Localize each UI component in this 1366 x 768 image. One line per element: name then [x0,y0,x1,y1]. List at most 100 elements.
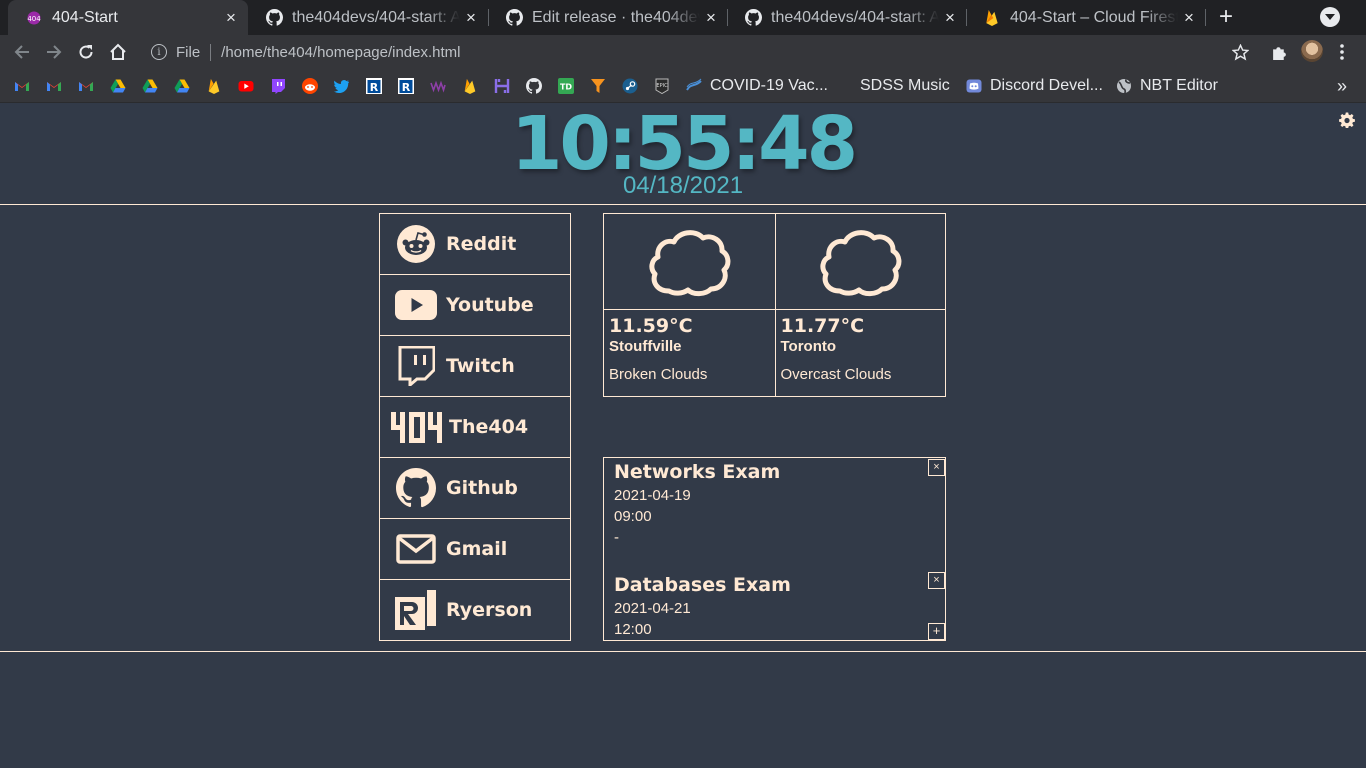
menu-button[interactable] [1329,39,1355,65]
reddit-icon [395,223,437,265]
tab-close-icon[interactable]: × [220,8,242,28]
hackernews-icon[interactable] [494,78,510,94]
tab-close-icon[interactable]: × [1178,8,1200,28]
link-label: Reddit [446,233,517,255]
weather-description: Overcast Clouds [780,366,892,383]
github-icon [744,9,762,27]
steam-icon[interactable] [622,78,638,94]
event-title: Databases Exam [614,574,791,596]
link-youtube[interactable]: Youtube [380,275,570,336]
404-start-favicon-icon: 404 [25,9,43,27]
bookmark-covid[interactable]: COVID-19 Vac... [686,75,828,97]
weather-icon-cell [775,214,945,310]
bookmark-label: NBT Editor [1140,77,1218,94]
twitter-icon[interactable] [334,78,350,94]
events-panel[interactable]: × Networks Exam 2021-04-19 09:00 - × Dat… [603,457,946,641]
arrow-left-icon [14,45,29,59]
event-delete-button[interactable]: × [928,572,945,589]
youtube-icon[interactable] [238,78,254,94]
event-delete-button[interactable]: × [928,459,945,476]
firebase-icon [983,9,1001,27]
github-icon [265,9,283,27]
forward-button[interactable] [41,39,67,65]
link-twitch[interactable]: Twitch [380,336,570,397]
link-gmail[interactable]: Gmail [380,519,570,580]
link-the404[interactable]: The404 [380,397,570,458]
profile-avatar[interactable] [1301,40,1323,62]
firebase-icon[interactable] [206,78,222,94]
bookmark-discord-devel[interactable]: Discord Devel... [966,75,1103,97]
link-label: The404 [449,416,529,438]
address-divider [210,43,212,61]
gmail-icon[interactable] [78,78,94,94]
bookmark-sdss-music[interactable]: SDSS Music [860,75,950,97]
weather-temperature: 11.59°C [609,315,693,337]
kebab-menu-icon [1340,44,1344,60]
drive-icon[interactable] [142,78,158,94]
covid-icon [686,78,702,91]
weather-widget: 11.59°C Stouffville Broken Clouds 11.77°… [603,213,946,397]
drive-icon[interactable] [110,78,126,94]
link-label: Github [446,477,518,499]
star-icon [1231,43,1249,60]
link-list: Reddit Youtube Twitch The404 Github Gmai… [379,213,571,641]
add-event-button[interactable]: + [928,623,945,640]
tab-title: the404devs/404-start: A simple startpage [771,8,939,26]
tab-github-repo[interactable]: the404devs/404-start: A simple startpage… [248,0,488,35]
epic-icon[interactable]: EPIC [654,78,670,95]
bookmarks-overflow-button[interactable]: » [1337,75,1347,97]
filter-icon[interactable] [590,78,606,94]
tab-edit-release[interactable]: Edit release · the404devs/404-start × [488,0,728,35]
gmail-icon[interactable] [14,78,30,94]
firebase-icon[interactable] [462,78,478,94]
link-github[interactable]: Github [380,458,570,519]
link-reddit[interactable]: Reddit [380,214,570,275]
tab-search-button[interactable] [1320,7,1340,27]
github-icon [505,9,523,27]
bookmark-nbt-editor[interactable]: NBT Editor [1116,75,1218,97]
link-label: Twitch [446,355,515,377]
link-label: Ryerson [446,599,533,621]
discord-icon [966,79,982,93]
bookmarks-bar: R R TD EPIC COVID-19 Vac... SDSS Music D… [0,69,1366,103]
new-tab-button[interactable]: + [1214,4,1238,30]
bookmark-label: COVID-19 Vac... [710,77,828,94]
reload-button[interactable] [73,39,99,65]
tab-cloud-firestore[interactable]: 404-Start – Cloud Firestore × [966,0,1206,35]
github-icon [395,467,437,509]
gmail-icon[interactable] [46,78,62,94]
event-item: × Databases Exam 2021-04-21 12:00 - [604,571,945,640]
url-text[interactable]: /home/the404/homepage/index.html [221,44,460,61]
ryerson-icon[interactable]: R [366,78,382,94]
reddit-icon[interactable] [302,78,318,94]
extensions-button[interactable] [1266,39,1292,65]
event-time: 12:00 [614,621,652,638]
bookmark-label: Discord Devel... [990,77,1103,94]
mail-icon [395,528,437,570]
address-bar[interactable]: i File /home/the404/homepage/index.html [140,38,1258,66]
cloud-icon [820,229,902,296]
github-icon[interactable] [526,78,543,94]
ryerson-icon [395,589,437,631]
wave-icon[interactable] [430,78,446,94]
tab-close-icon[interactable]: × [939,8,961,28]
browser-toolbar: i File /home/the404/homepage/index.html [0,35,1366,69]
tab-404-start[interactable]: 404 404-Start × [8,0,248,35]
ryerson-icon[interactable]: R [398,78,414,94]
info-icon[interactable]: i [151,44,167,60]
weather-city: Stouffville [609,338,682,355]
link-ryerson[interactable]: Ryerson [380,580,570,640]
svg-text:R: R [402,81,411,94]
home-button[interactable] [105,39,131,65]
tab-close-icon[interactable]: × [700,8,722,28]
back-button[interactable] [9,39,35,65]
tab-title: 404-Start [52,8,118,26]
drive-icon[interactable] [174,78,190,94]
tab-separator [1205,9,1206,26]
td-icon[interactable]: TD [558,78,574,94]
twitch-icon[interactable] [270,78,286,94]
bookmark-star-button[interactable] [1227,39,1253,65]
tab-github-repo-2[interactable]: the404devs/404-start: A simple startpage… [727,0,967,35]
svg-text:404: 404 [27,15,41,23]
tab-close-icon[interactable]: × [460,8,482,28]
